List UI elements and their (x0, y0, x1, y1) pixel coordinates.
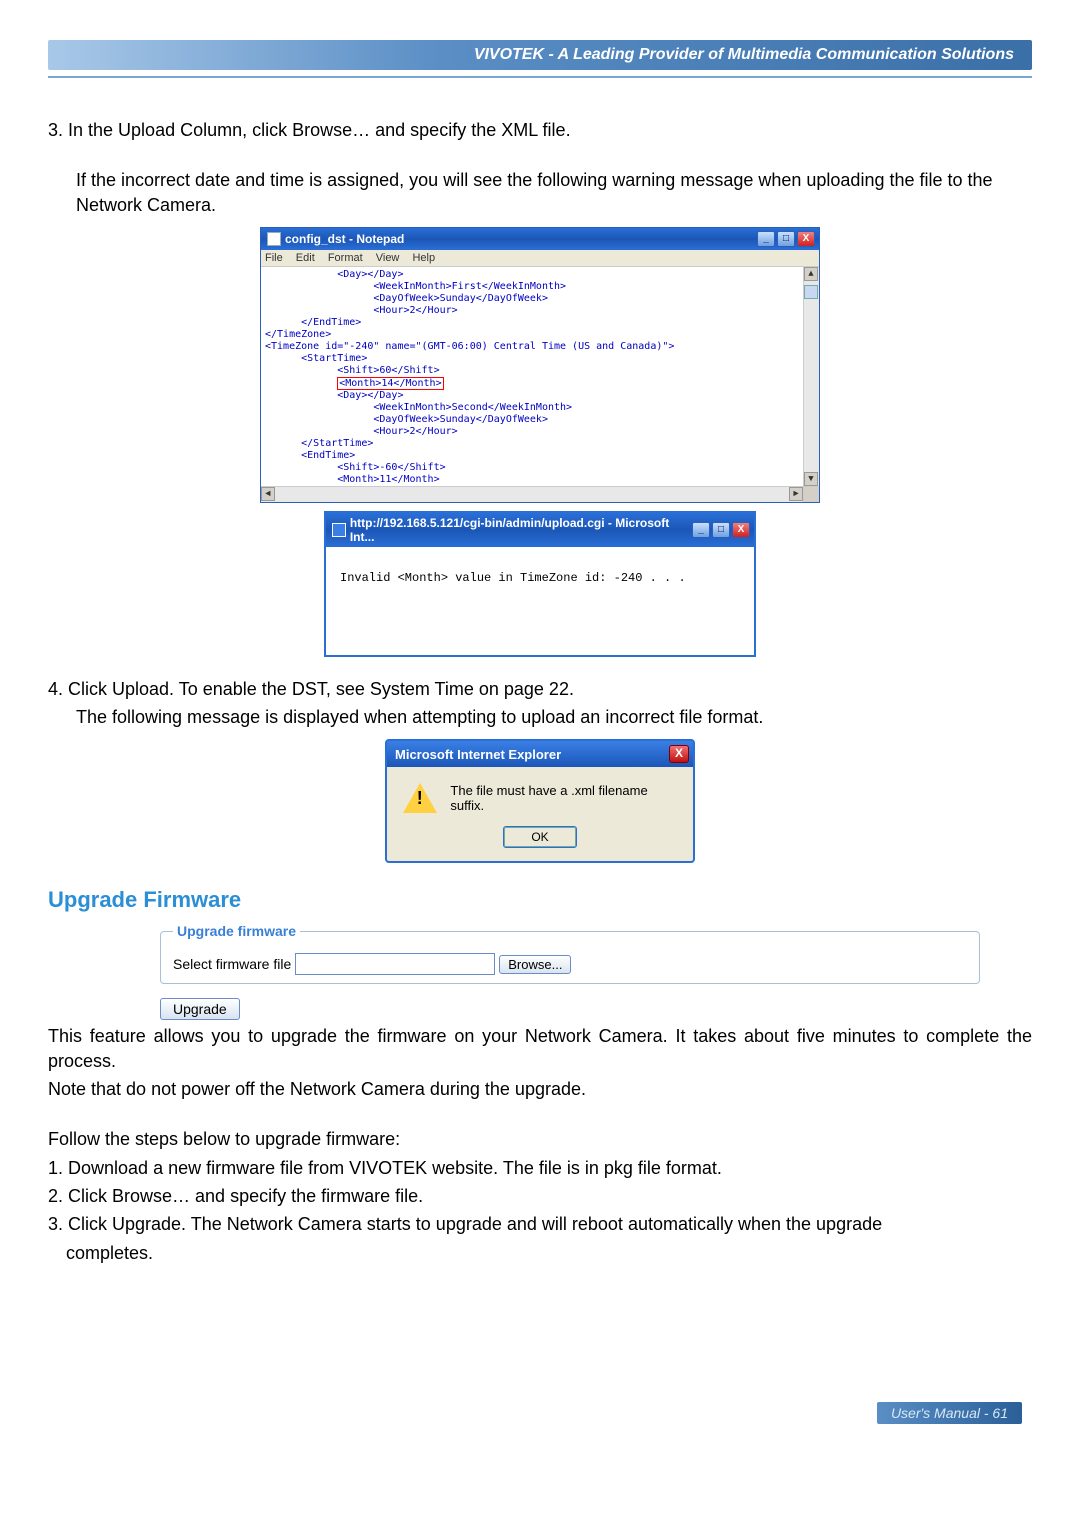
warning-icon (403, 783, 436, 813)
vertical-scrollbar[interactable]: ▲ ▼ (803, 267, 819, 486)
upgrade-heading: Upgrade Firmware (48, 887, 1032, 913)
month-redbox-highlight: <Month>14</Month> (337, 377, 443, 390)
close-button[interactable]: X (797, 231, 815, 247)
ie-upload-titlebar[interactable]: http://192.168.5.121/cgi-bin/admin/uploa… (326, 513, 754, 547)
ok-button[interactable]: OK (504, 827, 575, 847)
maximize-button[interactable]: □ (712, 522, 730, 538)
header-brand: VIVOTEK - A Leading Provider of Multimed… (48, 40, 1032, 70)
menu-format[interactable]: Format (328, 252, 363, 264)
ie-upload-message: Invalid <Month> value in TimeZone id: -2… (326, 547, 754, 655)
scroll-right-icon[interactable]: ► (789, 487, 803, 501)
menu-help[interactable]: Help (412, 252, 435, 264)
upgrade-s3: 3. Click Upgrade. The Network Camera sta… (48, 1212, 1032, 1236)
step4-line2: The following message is displayed when … (76, 705, 1032, 729)
minimize-button[interactable]: _ (692, 522, 710, 538)
browse-button[interactable]: Browse... (499, 955, 571, 974)
ie-alert-dialog: Microsoft Internet Explorer X The file m… (385, 739, 695, 863)
upgrade-desc2: Note that do not power off the Network C… (48, 1077, 1032, 1101)
scroll-thumb[interactable] (804, 285, 818, 299)
ie-alert-message: The file must have a .xml filename suffi… (450, 783, 681, 813)
scroll-up-icon[interactable]: ▲ (804, 267, 818, 281)
ie-icon (332, 523, 346, 537)
code-before: <Day></Day> <WeekInMonth>First</WeekInMo… (265, 269, 815, 377)
step3-line: 3. In the Upload Column, click Browse… a… (48, 118, 1032, 142)
header-rule (48, 76, 1032, 78)
scroll-down-icon[interactable]: ▼ (804, 472, 818, 486)
select-firmware-label: Select firmware file (173, 956, 291, 972)
upgrade-firmware-group: Upgrade firmware Select firmware file Br… (160, 923, 980, 984)
close-button[interactable]: X (732, 522, 750, 538)
menu-view[interactable]: View (376, 252, 400, 264)
upgrade-s3b: completes. (66, 1241, 1032, 1265)
notepad-title: config_dst - Notepad (285, 232, 404, 246)
upgrade-follow: Follow the steps below to upgrade firmwa… (48, 1127, 1032, 1151)
maximize-button[interactable]: □ (777, 231, 795, 247)
ie-upload-title: http://192.168.5.121/cgi-bin/admin/uploa… (350, 516, 692, 544)
page-footer: User's Manual - 61 (48, 1405, 1032, 1421)
step4-line1: 4. Click Upload. To enable the DST, see … (48, 677, 1032, 701)
horizontal-scrollbar[interactable]: ◄ ► (261, 486, 803, 502)
code-redbox-line: <Month>14</Month> (265, 377, 815, 390)
ie-alert-title: Microsoft Internet Explorer (395, 747, 561, 762)
scroll-left-icon[interactable]: ◄ (261, 487, 275, 501)
close-button[interactable]: X (669, 745, 689, 763)
ie-upload-window: http://192.168.5.121/cgi-bin/admin/uploa… (324, 511, 756, 657)
notepad-icon (267, 232, 281, 246)
minimize-button[interactable]: _ (757, 231, 775, 247)
menu-file[interactable]: File (265, 252, 283, 264)
upgrade-s2: 2. Click Browse… and specify the firmwar… (48, 1184, 1032, 1208)
upgrade-s1: 1. Download a new firmware file from VIV… (48, 1156, 1032, 1180)
step3-note: If the incorrect date and time is assign… (76, 168, 1032, 217)
notepad-text-area[interactable]: <Day></Day> <WeekInMonth>First</WeekInMo… (261, 267, 819, 502)
ie-alert-titlebar[interactable]: Microsoft Internet Explorer X (387, 741, 693, 767)
notepad-menubar: File Edit Format View Help (261, 250, 819, 267)
firmware-file-input[interactable] (295, 953, 495, 975)
upgrade-desc1: This feature allows you to upgrade the f… (48, 1024, 1032, 1073)
notepad-titlebar[interactable]: config_dst - Notepad _ □ X (261, 228, 819, 250)
scroll-corner (803, 486, 819, 502)
footer-text: User's Manual - 61 (877, 1402, 1022, 1424)
upgrade-legend: Upgrade firmware (173, 923, 300, 939)
menu-edit[interactable]: Edit (296, 252, 315, 264)
notepad-window: config_dst - Notepad _ □ X File Edit For… (260, 227, 820, 503)
upgrade-button[interactable]: Upgrade (160, 998, 240, 1020)
